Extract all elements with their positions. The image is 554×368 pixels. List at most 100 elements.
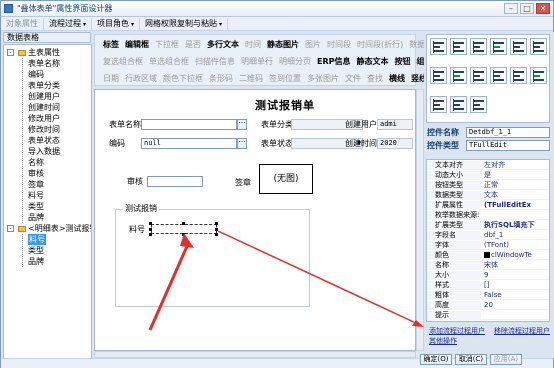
remove-process-user-link[interactable]: 移除流程过程用户 xyxy=(494,326,550,336)
toolbox-item[interactable]: 多张图片 xyxy=(307,73,339,84)
creator-field[interactable]: admi xyxy=(377,119,413,130)
tree-node[interactable]: 修改用户 xyxy=(28,113,60,124)
same-size-icon[interactable] xyxy=(450,67,467,84)
resize-handle[interactable] xyxy=(149,228,152,231)
menu-2[interactable]: 项目角色 ▾ xyxy=(92,17,141,30)
resize-handle[interactable] xyxy=(182,233,185,236)
toolbox-item[interactable]: 横线 xyxy=(389,73,405,84)
add-process-user-link[interactable]: 添加流程过程用户 xyxy=(429,326,485,336)
code-field[interactable]: null xyxy=(141,138,237,149)
tree-expander[interactable]: - xyxy=(7,49,14,56)
same-height-icon[interactable] xyxy=(430,67,447,84)
tree-node[interactable]: 名称 xyxy=(28,157,44,168)
resize-handle[interactable] xyxy=(149,233,152,236)
space-vert-icon[interactable] xyxy=(490,67,507,84)
resize-handle[interactable] xyxy=(215,233,218,236)
center-h-icon[interactable] xyxy=(450,96,467,113)
tree-node[interactable]: 创建时间 xyxy=(28,102,60,113)
property-value[interactable]: [] xyxy=(482,281,549,290)
toolbox-item[interactable]: 签到位置 xyxy=(269,73,301,84)
tree-node[interactable]: 品牌 xyxy=(28,212,44,223)
property-value[interactable]: False xyxy=(482,291,549,300)
toolbox-item[interactable]: 二维码 xyxy=(239,73,263,84)
form-name-ellipsis-button[interactable]: ··· xyxy=(237,119,247,130)
tree-node[interactable]: 表单状态 xyxy=(28,135,60,146)
back-icon[interactable] xyxy=(530,67,547,84)
toolbox-item[interactable]: 扫描件信息 xyxy=(195,56,235,67)
resize-handle[interactable] xyxy=(215,228,218,231)
property-row[interactable]: 粗体 False xyxy=(427,291,549,300)
property-row[interactable]: 颜色 clWindowTe xyxy=(427,251,549,260)
created-time-field[interactable]: 2020 xyxy=(377,138,413,149)
align-center-icon[interactable] xyxy=(470,38,487,55)
form-name-field[interactable] xyxy=(141,119,237,130)
close-button[interactable]: ✕ xyxy=(536,3,550,14)
property-row[interactable]: 按钮类型 正常 xyxy=(427,181,549,190)
property-row[interactable]: 动态大小是 xyxy=(427,171,549,180)
toolbox-item[interactable]: 时间 xyxy=(245,39,261,50)
menu-3[interactable]: 网格权限复制与粘贴 ▾ xyxy=(140,17,229,30)
property-value[interactable]: 9 xyxy=(482,271,549,280)
tree-node[interactable]: 导入数据 xyxy=(28,146,60,157)
tree-node[interactable]: 编码 xyxy=(28,69,44,80)
align-right-icon[interactable] xyxy=(490,38,507,55)
toolbox-item[interactable]: 条形码 xyxy=(209,73,233,84)
tree-node[interactable]: 类型 xyxy=(28,201,44,212)
property-value[interactable]: 文本 xyxy=(482,191,549,200)
toolbox-item[interactable]: 按钮 xyxy=(395,56,411,67)
tree-node[interactable]: 表单分类 xyxy=(28,80,60,91)
property-value[interactable]: 正常 xyxy=(482,181,549,190)
property-row[interactable]: 字段名 dbf_1 xyxy=(427,231,549,240)
resize-handle[interactable] xyxy=(215,222,218,225)
property-row[interactable]: 大小 9 xyxy=(427,271,549,280)
property-row[interactable]: -样式[] xyxy=(427,281,549,290)
toolbox-item[interactable]: 静态文本 xyxy=(357,56,389,67)
toolbox-item[interactable]: 时间段(折行) xyxy=(357,39,403,50)
toolbox-item[interactable]: 查找 xyxy=(367,73,383,84)
toolbox-item[interactable]: 下拉框 xyxy=(155,39,179,50)
apply-button[interactable]: 应用(A) xyxy=(490,354,522,365)
canvas-horizontal-scrollbar[interactable] xyxy=(94,351,416,358)
align-top-icon[interactable] xyxy=(450,38,467,55)
toolbox-item[interactable]: 是否 xyxy=(185,39,201,50)
property-row[interactable]: 文本对齐 左对齐 xyxy=(427,161,549,170)
toolbox-item[interactable]: 颜色下拉框 xyxy=(163,73,203,84)
toolbox-item[interactable]: 编辑框 xyxy=(125,39,149,50)
tree-node[interactable]: 类型 xyxy=(28,245,44,256)
property-value[interactable]: (TFont) xyxy=(482,241,549,250)
property-row[interactable]: 扩展类型 执行SQL填充下 xyxy=(427,221,549,230)
space-horiz-icon[interactable] xyxy=(470,67,487,84)
tree-node[interactable]: 签章 xyxy=(28,179,44,190)
property-value[interactable]: dbf_1 xyxy=(482,231,549,240)
property-row[interactable]: 枚举数据来源: xyxy=(427,211,549,220)
tree-node[interactable]: 表单名称 xyxy=(28,58,60,69)
tree-node[interactable]: 修改时间 xyxy=(28,124,60,135)
property-value[interactable]: 执行SQL填充下 xyxy=(482,221,549,230)
toolbox-item[interactable]: 多行文本 xyxy=(207,39,239,50)
property-value[interactable]: 宋体 xyxy=(482,261,549,270)
toolbox-item[interactable]: 日期 xyxy=(103,73,119,84)
toolbox-item[interactable]: 单选组合框 xyxy=(149,56,189,67)
tree-node[interactable]: 料号 xyxy=(28,190,44,201)
resize-handle[interactable] xyxy=(149,222,152,225)
control-name-field[interactable]: Detdbf_1_1 xyxy=(466,127,550,138)
property-value[interactable]: 左对齐 xyxy=(482,161,549,170)
cancel-button[interactable]: 取消(C) xyxy=(455,354,487,365)
form-canvas[interactable]: 测试报销单 表单名称 ··· 表单分类 创建用户 admi 编码 null ··… xyxy=(94,89,416,351)
property-value[interactable]: clWindowTe xyxy=(482,251,549,260)
toolbox-item[interactable]: 行政区域 xyxy=(125,73,157,84)
menu-1[interactable]: 流程过程 ▾ xyxy=(44,17,93,30)
toolbox-item[interactable]: 明细单行 xyxy=(241,56,273,67)
tree-node[interactable]: <明细表>测试报销 xyxy=(18,223,91,234)
align-bottom-icon[interactable] xyxy=(510,38,527,55)
property-row[interactable]: 名称 宋体 xyxy=(427,261,549,270)
tree-node[interactable]: 品牌 xyxy=(28,256,44,267)
tree-expander[interactable]: - xyxy=(7,225,14,232)
tree-node[interactable]: 审核 xyxy=(28,168,44,179)
property-row[interactable]: 提示 xyxy=(427,311,549,320)
resize-handle[interactable] xyxy=(182,222,185,225)
property-value[interactable]: 20 xyxy=(482,301,549,310)
property-value[interactable]: 是 xyxy=(482,171,549,180)
property-row[interactable]: 高度 20 xyxy=(427,301,549,310)
property-row[interactable]: -字体(TFont) xyxy=(427,241,549,250)
